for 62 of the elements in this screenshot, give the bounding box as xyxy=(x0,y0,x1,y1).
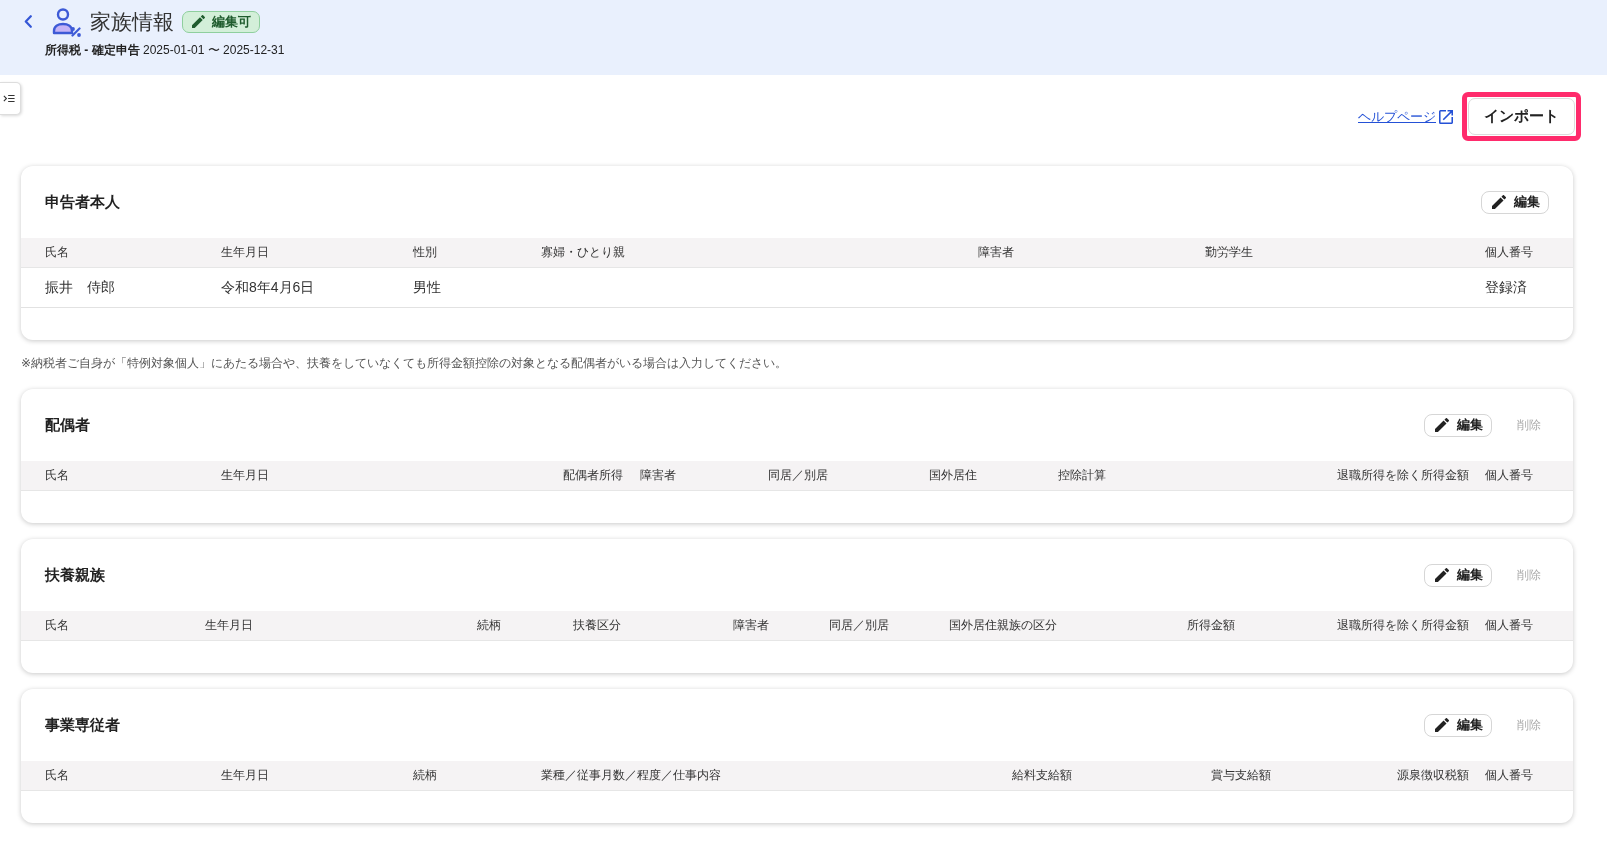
column-header: 給料支給額 xyxy=(1012,767,1073,784)
column-header: 生年月日 xyxy=(221,767,270,784)
column-header: 同居／別居 xyxy=(829,617,890,634)
pencil-icon xyxy=(1492,195,1506,209)
column-header: 氏名 xyxy=(45,244,70,261)
page-subtitle: 所得税 - 確定申告 2025-01-01 〜 2025-12-31 xyxy=(45,42,286,58)
column-header: 性別 xyxy=(413,244,438,261)
help-link[interactable]: ヘルプページ xyxy=(1358,107,1453,126)
column-header: 勤労学生 xyxy=(1205,244,1254,261)
column-header: 個人番号 xyxy=(1485,767,1534,784)
column-header: 続柄 xyxy=(477,617,502,634)
table-cell-text: 令和8年4月6日 xyxy=(221,278,316,297)
edit-button[interactable]: 編集 xyxy=(1481,190,1549,214)
column-header: 寡婦・ひとり親 xyxy=(541,244,626,261)
column-header: 生年月日 xyxy=(221,244,270,261)
edit-button[interactable]: 編集 xyxy=(1424,713,1492,737)
column-header: 業種／従事月数／程度／仕事内容 xyxy=(541,767,722,784)
column-header: 退職所得を除く所得金額 xyxy=(1337,617,1470,634)
section-title: 申告者本人 xyxy=(45,192,120,212)
status-label: 編集可 xyxy=(212,12,251,31)
column-header: 個人番号 xyxy=(1485,244,1534,261)
column-header: 控除計算 xyxy=(1058,467,1107,484)
column-header: 賞与支給額 xyxy=(1211,767,1272,784)
table-cell-text: 振井 侍郎 xyxy=(45,278,116,297)
column-header: 個人番号 xyxy=(1485,617,1534,634)
section-title: 事業専従者 xyxy=(45,715,120,735)
pencil-icon xyxy=(1435,718,1449,732)
external-link-icon xyxy=(1439,109,1453,124)
column-header: 生年月日 xyxy=(205,617,254,634)
column-header: 氏名 xyxy=(45,467,70,484)
import-button[interactable]: インポート xyxy=(1468,98,1575,135)
edit-button[interactable]: 編集 xyxy=(1424,413,1492,437)
section-title: 配偶者 xyxy=(45,415,90,435)
note-text: ※納税者ご自身が「特例対象個人」にあたる場合や、扶養をしていなくても所得金額控除の対象となる配偶者がいる場合は入力してください。 xyxy=(21,355,789,372)
pencil-icon xyxy=(1435,418,1449,432)
column-header: 国外居住親族の区分 xyxy=(949,617,1058,634)
page-title: 家族情報 xyxy=(90,9,174,35)
column-header: 配偶者所得 xyxy=(563,467,624,484)
column-header: 生年月日 xyxy=(221,467,270,484)
column-header: 氏名 xyxy=(45,617,70,634)
column-header: 氏名 xyxy=(45,767,70,784)
pencil-icon xyxy=(192,15,205,28)
column-header: 続柄 xyxy=(413,767,438,784)
column-header: 所得金額 xyxy=(1187,617,1236,634)
column-header: 障害者 xyxy=(640,467,677,484)
person-percent-icon xyxy=(51,6,81,37)
column-header: 同居／別居 xyxy=(768,467,829,484)
table-cell-text: 男性 xyxy=(413,278,442,297)
column-header: 源泉徴収税額 xyxy=(1397,767,1470,784)
sidebar-toggle-button[interactable] xyxy=(0,82,21,115)
chevron-left-icon xyxy=(24,15,32,28)
section-title: 扶養親族 xyxy=(45,565,105,585)
column-header: 障害者 xyxy=(733,617,770,634)
column-header: 国外居住 xyxy=(929,467,978,484)
column-header: 扶養区分 xyxy=(573,617,622,634)
column-header: 退職所得を除く所得金額 xyxy=(1337,467,1470,484)
column-header: 個人番号 xyxy=(1485,467,1534,484)
pencil-icon xyxy=(1435,568,1449,582)
table-cell-text: 登録済 xyxy=(1485,278,1528,297)
list-icon xyxy=(3,94,15,103)
edit-button[interactable]: 編集 xyxy=(1424,563,1492,587)
column-header: 障害者 xyxy=(978,244,1015,261)
